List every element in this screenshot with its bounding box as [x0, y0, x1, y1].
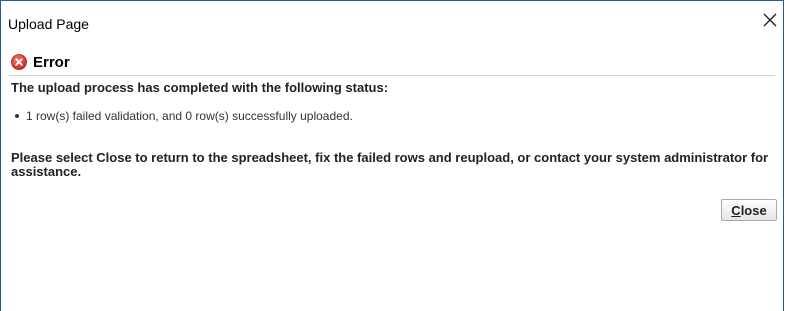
titlebar: Upload Page — [1, 1, 783, 41]
instructions-text: Please select Close to return to the spr… — [11, 150, 769, 179]
close-icon[interactable] — [761, 11, 779, 29]
close-button-label-rest: lose — [740, 202, 767, 218]
upload-dialog-window: Upload Page Error The upload process has… — [0, 0, 784, 311]
window-title: Upload Page — [8, 16, 89, 32]
bullet-icon — [15, 114, 19, 118]
error-icon — [11, 54, 27, 70]
close-button-mnemonic: C — [731, 202, 741, 218]
status-item-text: 1 row(s) failed validation, and 0 row(s)… — [26, 109, 353, 123]
error-header: Error — [11, 52, 70, 72]
error-title: Error — [33, 53, 70, 71]
list-item: 1 row(s) failed validation, and 0 row(s)… — [11, 109, 353, 123]
status-heading: The upload process has completed with th… — [11, 80, 389, 95]
status-list: 1 row(s) failed validation, and 0 row(s)… — [11, 109, 353, 123]
header-divider — [9, 75, 775, 76]
close-button[interactable]: Close — [721, 199, 777, 221]
